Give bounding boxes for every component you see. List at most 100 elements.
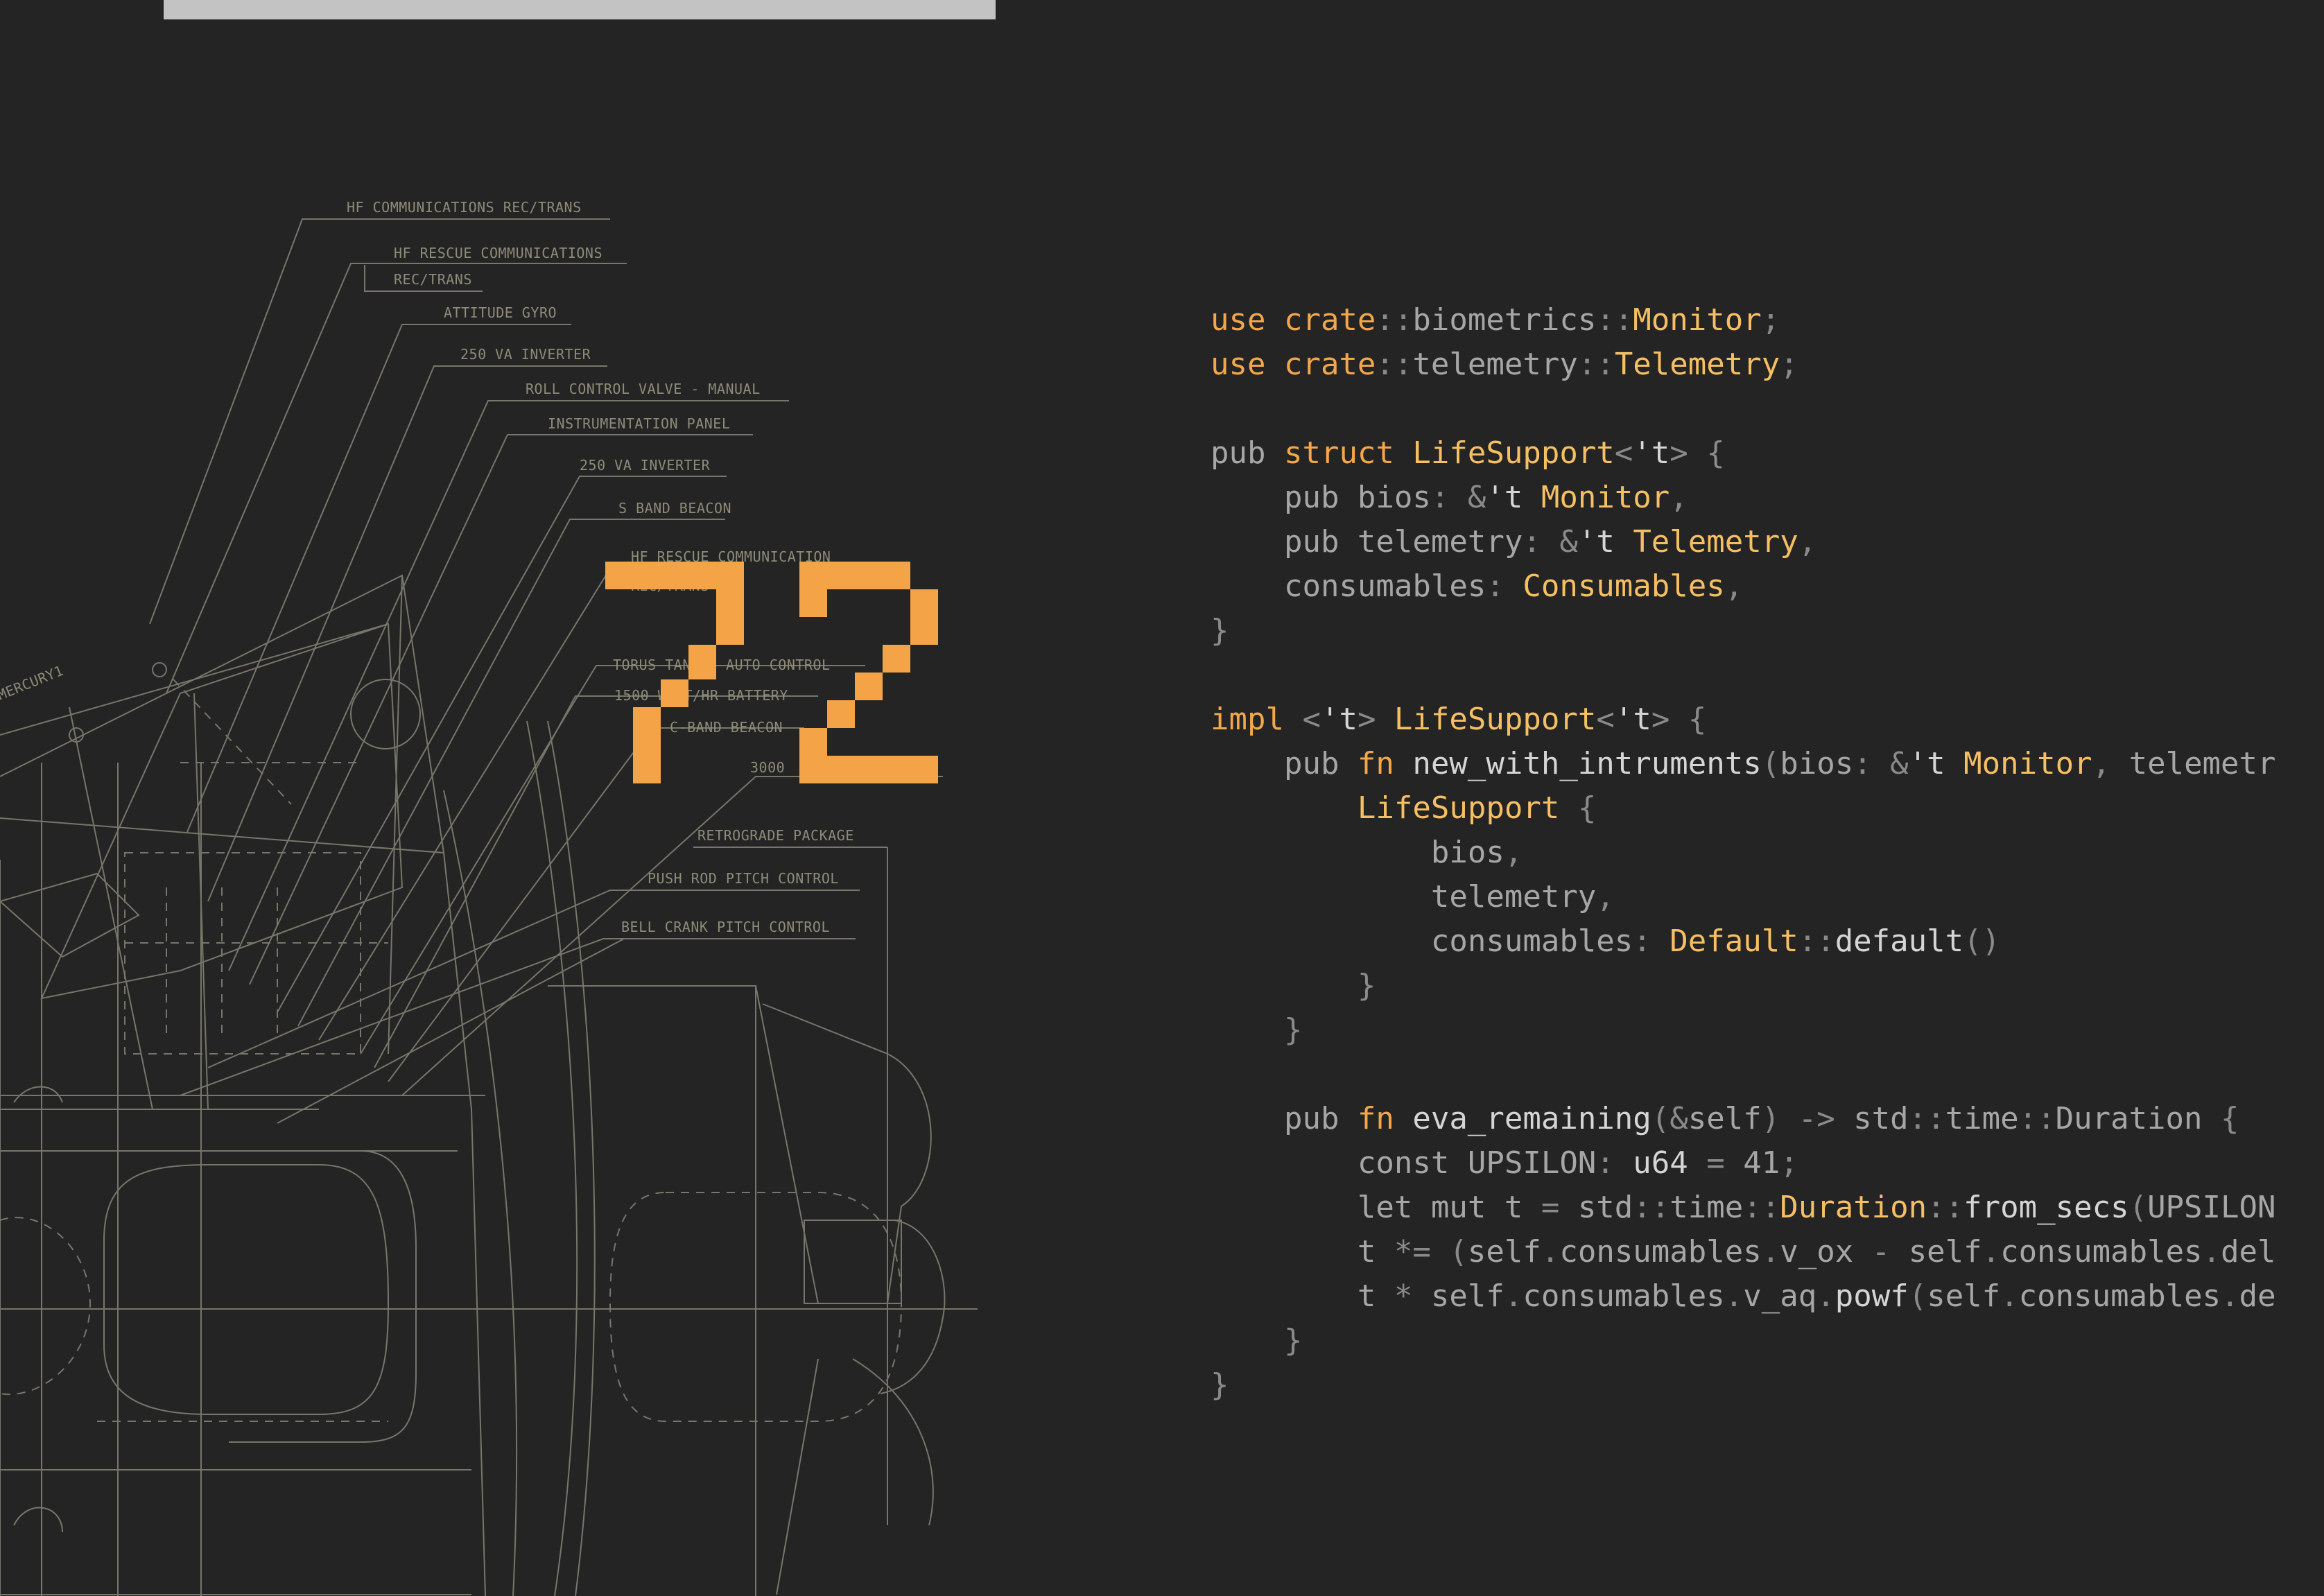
code-line[interactable]: } [1211,1008,2276,1052]
code-token: :: [1376,302,1413,338]
code-token: default [1835,923,1964,959]
code-token: . [1816,1278,1835,1314]
code-token: ; [1780,347,1798,382]
code-line[interactable] [1211,387,2276,431]
code-token: telemetry [1211,879,1597,914]
label-torus-tank: TORUS TANK - AUTO CONTROL [613,657,831,673]
code-token: 't [1486,480,1541,515]
code-token: ) -> [1761,1101,1854,1136]
code-token: () [1963,923,2001,959]
code-line[interactable]: consumables: Default::default() [1211,919,2276,964]
code-token: < [1596,702,1615,737]
code-token: use [1211,302,1284,338]
code-line[interactable] [1211,653,2276,697]
code-token: Monitor [1633,302,1762,338]
code-token: Duration [2055,1101,2203,1136]
top-quote-marks: " " " " [1446,0,1922,21]
code-token: , [1670,480,1688,515]
code-token: } [1211,613,1229,648]
label-rec-trans-2: REC/TRANS [631,578,709,594]
code-line[interactable]: } [1211,1319,2276,1363]
code-line[interactable]: pub telemetry: &'t Telemetry, [1211,520,2276,564]
code-token: : & [1523,524,1578,560]
code-token: Default [1670,923,1798,959]
label-push-rod-pitch-control: PUSH ROD PITCH CONTROL [648,870,839,887]
code-token: UPSILON [2147,1190,2276,1225]
code-line[interactable]: bios, [1211,831,2276,875]
code-line[interactable]: use crate::telemetry::Telemetry; [1211,342,2276,387]
label-bell-crank-pitch-control: BELL CRANK PITCH CONTROL [621,919,830,935]
label-attitude-gyro: ATTITUDE GYRO [444,304,557,321]
label-250va-inverter-1: 250 VA INVERTER [460,346,591,363]
code-token: , [1504,835,1523,870]
code-line[interactable]: LifeSupport { [1211,786,2276,831]
code-token: telemetr [2128,746,2276,781]
code-line[interactable]: } [1211,609,2276,653]
code-token: impl [1211,702,1303,737]
code-line[interactable]: t *= (self.consumables.v_ox - self.consu… [1211,1230,2276,1274]
label-rec-trans: REC/TRANS [394,271,472,288]
code-line[interactable]: consumables: Consumables, [1211,564,2276,609]
code-token: t [1211,1278,1394,1314]
code-token: fn [1357,746,1413,781]
code-token: time [1670,1190,1744,1225]
code-token: crate [1283,347,1376,382]
code-token: : [1596,1145,1633,1181]
code-token: consumables [1559,1234,1762,1269]
code-line[interactable]: pub bios: &'t Monitor, [1211,476,2276,520]
code-line[interactable]: const UPSILON: u64 = 41; [1211,1141,2276,1186]
code-token: time [1945,1101,2019,1136]
code-token: . [2202,1234,2221,1269]
code-token: de [2239,1278,2276,1314]
code-token: } [1211,968,1376,1003]
code-token: crate [1283,302,1376,338]
code-token: . [2000,1278,2019,1314]
code-token: consumables [1523,1278,1725,1314]
code-token: pub telemetry [1211,524,1523,560]
code-line[interactable]: t * self.consumables.v_aq.powf(self.cons… [1211,1274,2276,1319]
code-token: consumables [2018,1278,2221,1314]
code-token: , [1724,569,1744,604]
label-instrumentation-panel: INSTRUMENTATION PANEL [548,415,730,432]
code-token: ( [1761,746,1780,781]
code-line[interactable]: let mut t = std::time::Duration::from_se… [1211,1186,2276,1230]
label-mercury1: MERCURY1 [0,662,66,704]
code-line[interactable]: } [1211,1363,2276,1407]
code-token: :: [1596,302,1633,338]
code-token: , [1798,524,1817,560]
code-token: const UPSILON [1211,1145,1597,1181]
code-token: > { [1670,435,1725,471]
code-token: { [2202,1101,2239,1136]
code-token: telemetry [1412,347,1578,382]
code-line[interactable]: impl <'t> LifeSupport<'t> { [1211,697,2276,742]
code-token: Consumables [1523,569,1725,604]
code-token: :: [1376,347,1413,382]
code-token: { [1559,790,1597,826]
code-token: LifeSupport [1394,702,1597,737]
code-line[interactable]: use crate::biometrics::Monitor; [1211,298,2276,342]
code-token: from_secs [1963,1190,2129,1225]
code-token: (& [1651,1101,1688,1136]
rust-code-editor[interactable]: use crate::biometrics::Monitor; use crate… [1211,298,2276,1407]
code-line[interactable]: pub struct LifeSupport<'t> { [1211,431,2276,476]
code-token: self [1430,1278,1504,1314]
code-line[interactable]: telemetry, [1211,875,2276,919]
code-token: pub [1211,1101,1358,1136]
label-hf-communications: HF COMMUNICATIONS REC/TRANS [347,199,582,216]
code-token: eva_remaining [1412,1101,1651,1136]
code-token: v_ox [1780,1234,1872,1269]
code-token: - [1871,1234,1909,1269]
label-hf-rescue-communication: HF RESCUE COMMUNICATION [631,548,831,565]
label-battery: 1500 WATT/HR BATTERY [614,687,788,704]
code-line[interactable]: pub fn new_with_intruments(bios: &'t Mon… [1211,742,2276,786]
code-line[interactable]: } [1211,964,2276,1008]
code-token: :: [1743,1190,1780,1225]
code-token: } [1211,1323,1303,1358]
code-line[interactable]: pub fn eva_remaining(&self) -> std::time… [1211,1097,2276,1141]
code-token: ( [2128,1190,2148,1225]
code-token: Monitor [1541,480,1670,515]
code-token: 't [1577,524,1633,560]
code-token: = [1688,1145,1744,1181]
code-line[interactable] [1211,1052,2276,1097]
code-token: : [1486,569,1523,604]
